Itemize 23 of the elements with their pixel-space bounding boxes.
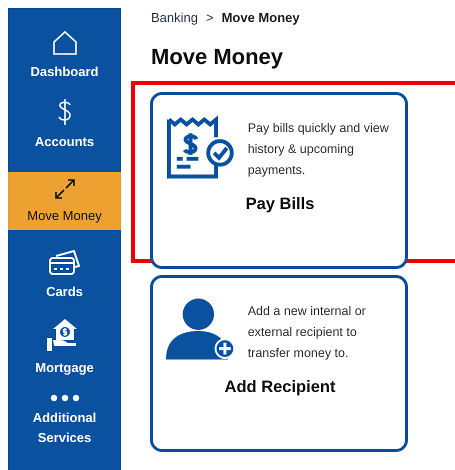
card-title: Add Recipient: [224, 378, 336, 397]
add-person-icon: [165, 298, 236, 360]
page-title: Move Money: [151, 44, 284, 70]
breadcrumb-link[interactable]: Banking: [151, 10, 198, 25]
breadcrumb-separator: >: [206, 10, 214, 25]
dollar-icon: [56, 98, 72, 126]
sidebar-item[interactable]: Mortgage: [8, 318, 121, 378]
more-icon: [50, 394, 80, 402]
sidebar-item[interactable]: Move Money: [8, 172, 121, 230]
bill-check-icon: [165, 115, 236, 181]
diagonal-arrows-icon: [54, 178, 76, 200]
card-description: Pay bills quickly and view history & upcoming payments.: [248, 120, 390, 179]
option-card[interactable]: Add a new internal or external recipient to transfer money to. Add Recipient: [150, 275, 408, 452]
cards-icon: [48, 250, 82, 276]
card-title: Pay Bills: [244, 195, 316, 214]
breadcrumb-current: Move Money: [222, 10, 300, 25]
sidebar-item[interactable]: Additional Services: [8, 394, 121, 448]
sidebar-item[interactable]: Dashboard: [8, 30, 121, 82]
sidebar-item[interactable]: Accounts: [8, 98, 121, 152]
house-icon: [52, 30, 78, 56]
card-description: Add a new internal or external recipient to transfer money to.: [248, 303, 367, 362]
option-card[interactable]: Pay bills quickly and view history & upcoming payments. Pay Bills: [150, 92, 408, 269]
sidebar-item[interactable]: Cards: [8, 250, 121, 302]
